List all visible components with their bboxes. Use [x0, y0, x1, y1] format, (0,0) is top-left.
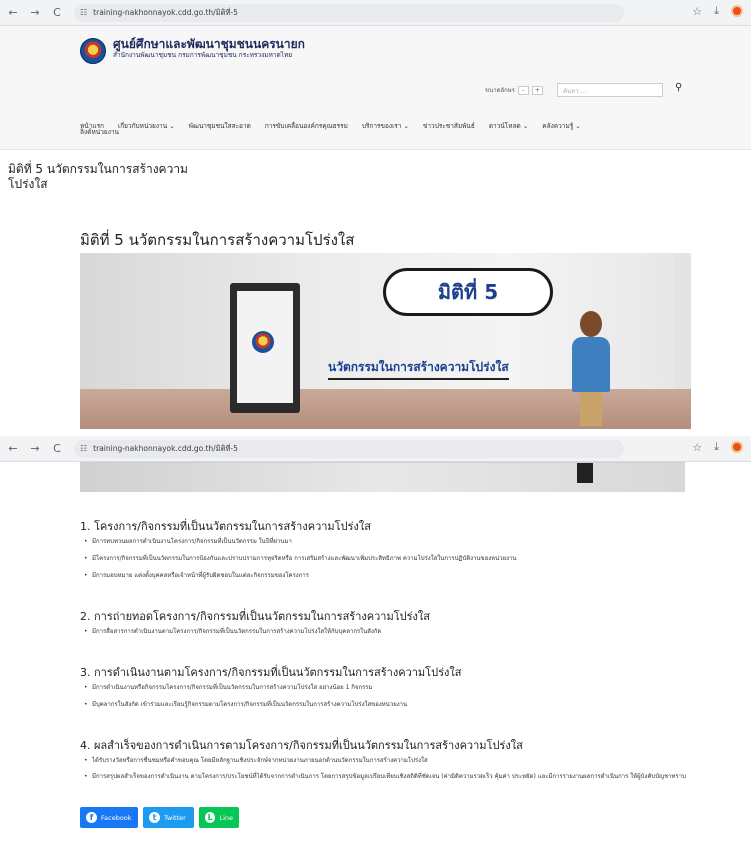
share-facebook-label: Facebook [101, 813, 132, 822]
menu-item-knowledge[interactable]: คลังความรู้ ⌄ [542, 121, 580, 131]
search-icon[interactable]: ⚲ [675, 82, 682, 93]
menu-item-downloads[interactable]: ดาวน์โหลด ⌄ [489, 121, 528, 131]
banner-person-legs [577, 463, 593, 483]
menu-item-agency-links[interactable]: ลิงค์หน่วยงาน [80, 127, 119, 137]
reload-icon[interactable]: C [48, 4, 66, 22]
reload-icon[interactable]: C [48, 440, 66, 458]
site-logo-icon[interactable] [80, 38, 106, 64]
forward-icon[interactable]: → [26, 440, 44, 458]
share-facebook-button[interactable]: f Facebook [80, 807, 138, 828]
search-input[interactable]: ค้นหา ... [557, 83, 663, 97]
list-item: มีการสื่อสารการดำเนินงานตามโครงการ/กิจกร… [84, 628, 692, 636]
bookmark-star-icon[interactable]: ☆ [692, 5, 702, 18]
back-icon[interactable]: ← [4, 4, 22, 22]
banner-bubble-text: มิติที่ 5 [437, 280, 499, 304]
share-twitter-button[interactable]: t Twitter [143, 807, 194, 828]
list-item: มีโครงการ/กิจกรรมที่เป็นนวัตกรรมในการป้อ… [84, 555, 692, 563]
line-icon: L [205, 812, 216, 823]
banner-person-body [572, 337, 610, 392]
font-size-control: ขนาดอักษร - + [485, 85, 543, 95]
menu-item-news[interactable]: ข่าวประชาสัมพันธ์ [423, 121, 475, 131]
share-line-button[interactable]: L Line [199, 807, 239, 828]
address-bar[interactable]: ☷ training-nakhonnayok.cdd.go.th/มิติที่… [74, 439, 624, 458]
address-bar[interactable]: ☷ training-nakhonnayok.cdd.go.th/มิติที่… [74, 3, 624, 22]
site-info-icon[interactable]: ☷ [80, 444, 87, 453]
main-menu: หน้าแรก เกี่ยวกับหน่วยงาน ⌄ พัฒนาชุมชนใส… [80, 121, 581, 131]
section-title: 2. การถ่ายทอดโครงการ/กิจกรรมที่เป็นนวัตก… [80, 610, 430, 623]
banner-tagline: นวัตกรรมในการสร้างความโปร่งใส [328, 358, 509, 380]
menu-item-clean-community[interactable]: พัฒนาชุมชนใสสะอาด [189, 121, 251, 131]
profile-avatar-icon[interactable] [731, 441, 743, 453]
bookmark-star-icon[interactable]: ☆ [692, 441, 702, 454]
site-subtitle: สำนักงานพัฒนาชุมชน กรมการพัฒนาชุมชน กระท… [113, 51, 293, 59]
list-item: มีการทบทวนผลการดำเนินงานโครงการ/กิจกรรมท… [84, 538, 692, 546]
banner-image: มิติที่ 5 นวัตกรรมในการสร้างความโปร่งใส [80, 253, 691, 429]
font-decrease-button[interactable]: - [517, 85, 529, 95]
section-title: 4. ผลสำเร็จของการดำเนินการตามโครงการ/กิจ… [80, 739, 523, 752]
banner-person-head [580, 311, 602, 337]
download-icon[interactable]: ⤓ [714, 440, 719, 454]
browser-toolbar: ← → C ☷ training-nakhonnayok.cdd.go.th/ม… [0, 0, 751, 26]
banner-speech-bubble: มิติที่ 5 [383, 268, 553, 316]
list-item: ได้รับรางวัลหรือการชื่นชมหรือคำขอบคุณ โด… [84, 757, 692, 765]
section-title: 1. โครงการ/กิจกรรมที่เป็นนวัตกรรมในการสร… [80, 520, 371, 533]
browser-toolbar-lower: ← → C ☷ training-nakhonnayok.cdd.go.th/ม… [0, 436, 751, 462]
twitter-icon: t [149, 812, 160, 823]
site-info-icon[interactable]: ☷ [80, 8, 87, 17]
share-twitter-label: Twitter [164, 813, 186, 822]
menu-item-services[interactable]: บริการของเรา ⌄ [362, 121, 409, 131]
font-size-label: ขนาดอักษร [485, 87, 515, 94]
list-item: มีบุคลากรในสังกัด เข้าร่วมและเรียนรู้กิจ… [84, 701, 692, 709]
list-item: มีการสรุปผลสำเร็จของการดำเนินงาน ตามโครง… [84, 773, 692, 781]
forward-icon[interactable]: → [26, 4, 44, 22]
banner-image-bottom [80, 462, 685, 492]
menu-item-about[interactable]: เกี่ยวกับหน่วยงาน ⌄ [118, 121, 175, 131]
url-text: training-nakhonnayok.cdd.go.th/มิติที่-5 [93, 443, 238, 453]
page-title: มิติที่ 5 นวัตกรรมในการสร้างความโปร่งใส [8, 162, 188, 191]
banner-logo-icon [252, 331, 274, 353]
font-increase-button[interactable]: + [531, 85, 543, 95]
menu-item-morality[interactable]: การขับเคลื่อนองค์กรคุณธรรม [265, 121, 348, 131]
banner-person-legs [580, 392, 602, 426]
share-line-label: Line [219, 813, 233, 822]
section-title: 3. การดำเนินงานตามโครงการ/กิจกรรมที่เป็น… [80, 666, 462, 679]
back-icon[interactable]: ← [4, 440, 22, 458]
profile-avatar-icon[interactable] [731, 5, 743, 17]
list-item: มีการมอบหมาย แต่งตั้งบุคคลหรือเจ้าหน้าที… [84, 572, 692, 580]
download-icon[interactable]: ⤓ [714, 4, 719, 18]
facebook-icon: f [86, 812, 97, 823]
article-heading: มิติที่ 5 นวัตกรรมในการสร้างความโปร่งใส [80, 231, 355, 249]
url-text: training-nakhonnayok.cdd.go.th/มิติที่-5 [93, 7, 238, 17]
list-item: มีการดำเนินงานหรือกิจกรรมโครงการ/กิจกรรม… [84, 684, 692, 692]
